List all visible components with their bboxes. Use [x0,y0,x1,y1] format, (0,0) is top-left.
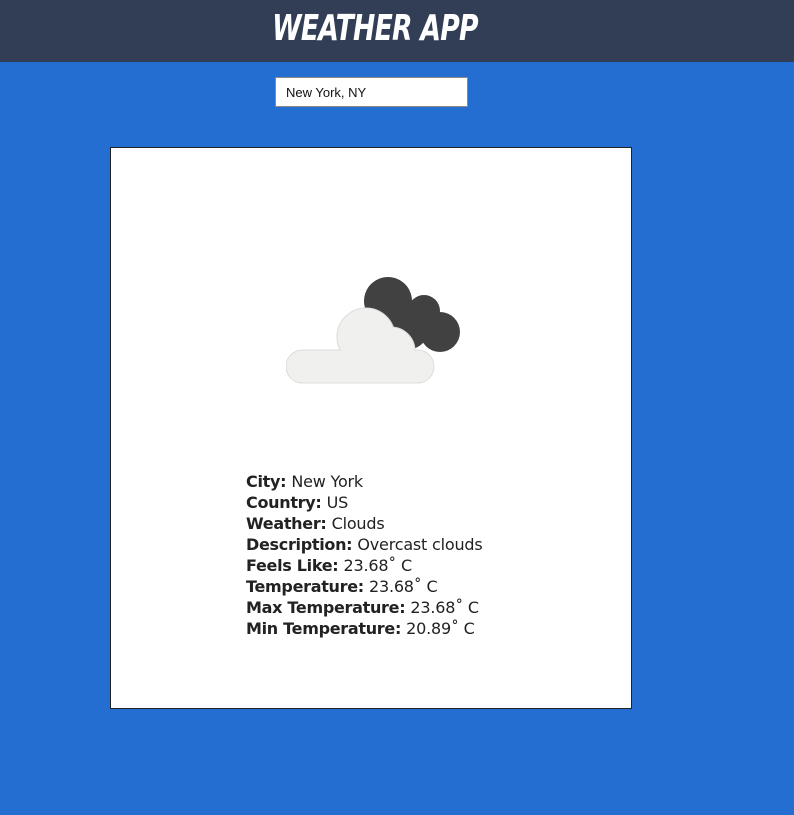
detail-country: Country: US [246,492,616,513]
detail-label: Min Temperature: [246,619,402,638]
detail-feels-like: Feels Like: 23.68˚ C [246,555,616,576]
detail-label: Weather: [246,514,327,533]
detail-value: 23.68˚ C [343,556,413,575]
detail-value: 23.68˚ C [368,577,438,596]
detail-value: Clouds [331,514,385,533]
detail-value: 20.89˚ C [406,619,475,638]
weather-card: City: New York Country: US Weather: Clou… [110,147,632,709]
detail-value: New York [291,472,363,491]
detail-label: Feels Like: [246,556,339,575]
detail-max-temperature: Max Temperature: 23.68˚ C [246,597,616,618]
detail-value: 23.68˚ C [410,598,479,617]
app-header: WEATHER APP [0,0,794,62]
detail-min-temperature: Min Temperature: 20.89˚ C [246,618,616,639]
detail-temperature: Temperature: 23.68˚ C [246,576,616,597]
detail-label: Max Temperature: [246,598,406,617]
detail-label: Description: [246,535,353,554]
detail-value: US [326,493,349,512]
detail-weather: Weather: Clouds [246,513,616,534]
detail-value: Overcast clouds [357,535,483,554]
city-search-input[interactable] [275,77,468,107]
detail-label: City: [246,472,287,491]
detail-label: Temperature: [246,577,364,596]
weather-details: City: New York Country: US Weather: Clou… [246,471,616,639]
app-title: WEATHER APP [272,8,478,49]
overcast-clouds-icon [285,268,466,388]
detail-label: Country: [246,493,322,512]
detail-description: Description: Overcast clouds [246,534,616,555]
detail-city: City: New York [246,471,616,492]
